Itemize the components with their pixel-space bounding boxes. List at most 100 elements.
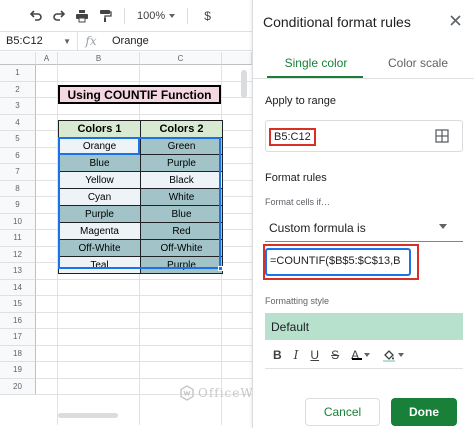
table-cell[interactable]: Yellow <box>58 171 141 189</box>
row-header[interactable]: 4 <box>0 114 36 131</box>
chevron-down-icon <box>169 13 176 18</box>
column-header-a[interactable]: A <box>36 52 58 65</box>
row-header[interactable]: 18 <box>0 345 36 362</box>
table-cell[interactable]: Black <box>140 171 223 189</box>
apply-to-range-label: Apply to range <box>265 95 336 107</box>
row-header[interactable]: 12 <box>0 246 36 263</box>
format-cells-if-label: Format cells if… <box>265 197 331 207</box>
row-header[interactable]: 17 <box>0 329 36 346</box>
format-rules-label: Format rules <box>265 172 327 184</box>
gridline <box>36 361 252 362</box>
table-header-cell[interactable]: Colors 1 <box>58 120 141 138</box>
style-toolbar: B I U S A <box>265 341 463 369</box>
vertical-scrollbar[interactable] <box>241 70 247 98</box>
row-header[interactable]: 19 <box>0 362 36 379</box>
chevron-down-icon <box>398 352 405 357</box>
sheet-toolbar: 100% $ <box>0 0 252 31</box>
condition-select[interactable]: Custom formula is <box>265 214 463 242</box>
toolbar-divider <box>124 7 125 24</box>
gridline <box>36 311 252 313</box>
table-cell[interactable]: Blue <box>140 205 223 223</box>
row-header[interactable]: 20 <box>0 378 36 395</box>
panel-title: Conditional format rules <box>263 14 411 30</box>
column-header-d[interactable] <box>222 52 252 65</box>
tab-color-scale[interactable]: Color scale <box>379 56 457 70</box>
table-cell[interactable]: Red <box>140 222 223 240</box>
fill-color-icon <box>383 349 396 362</box>
strikethrough-button[interactable]: S <box>331 348 339 362</box>
select-range-icon[interactable] <box>435 129 449 143</box>
gridline <box>36 113 252 115</box>
gridline <box>36 344 252 346</box>
row-header[interactable]: 8 <box>0 180 36 197</box>
sheet-title-cell[interactable]: Using COUNTIF Function <box>58 85 221 104</box>
row-header[interactable]: 5 <box>0 131 36 148</box>
fill-handle[interactable] <box>218 266 223 271</box>
italic-button[interactable]: I <box>294 348 299 362</box>
row-header[interactable]: 16 <box>0 312 36 329</box>
text-color-bar <box>352 358 363 360</box>
row-header[interactable]: 6 <box>0 147 36 164</box>
undo-icon[interactable] <box>24 4 47 27</box>
conditional-format-panel: Conditional format rules Single color Co… <box>252 0 474 428</box>
row-header[interactable]: 10 <box>0 213 36 230</box>
zoom-value: 100% <box>137 9 166 22</box>
row-header[interactable]: 15 <box>0 296 36 313</box>
column-header-b[interactable]: B <box>58 52 140 65</box>
table-header-cell[interactable]: Colors 2 <box>140 120 223 138</box>
tab-single-color[interactable]: Single color <box>273 56 359 70</box>
table-cell[interactable]: Off-White <box>58 239 141 257</box>
table-cell[interactable]: Purple <box>140 256 223 274</box>
underline-button[interactable]: U <box>310 348 319 362</box>
style-preview-label: Default <box>271 319 310 334</box>
gridline <box>36 377 252 379</box>
toolbar-divider <box>187 7 189 24</box>
formula-bar-input[interactable]: Orange <box>104 35 149 47</box>
row-header[interactable]: 2 <box>0 81 36 98</box>
row-header[interactable]: 3 <box>0 98 36 115</box>
currency-icon[interactable]: $ <box>196 4 219 27</box>
close-icon[interactable] <box>446 11 464 29</box>
paint-format-icon[interactable] <box>93 4 116 27</box>
table-cell[interactable]: Cyan <box>58 188 141 206</box>
horizontal-scrollbar[interactable] <box>58 413 118 418</box>
chevron-down-icon <box>364 352 371 357</box>
table-cell[interactable]: Blue <box>58 154 141 172</box>
zoom-select[interactable]: 100% <box>133 10 179 22</box>
condition-value: Custom formula is <box>269 220 366 235</box>
table-cell[interactable]: White <box>140 188 223 206</box>
row-header[interactable]: 14 <box>0 279 36 296</box>
bold-button[interactable]: B <box>273 348 282 362</box>
style-preview[interactable]: Default <box>265 313 463 340</box>
formatting-style-label: Formatting style <box>265 296 330 306</box>
redo-icon[interactable] <box>47 4 70 27</box>
table-cell[interactable]: Magenta <box>58 222 141 240</box>
watermark: OfficeWheel <box>180 385 252 401</box>
table-cell[interactable]: Teal <box>58 256 141 274</box>
name-box[interactable]: B5:C12 ▼ <box>0 32 78 50</box>
table-cell[interactable]: Orange <box>58 137 141 155</box>
table-cell[interactable]: Purple <box>140 154 223 172</box>
chevron-down-icon <box>439 224 447 229</box>
row-header[interactable]: 7 <box>0 164 36 181</box>
table-cell[interactable]: Green <box>140 137 223 155</box>
row-header[interactable]: 9 <box>0 197 36 214</box>
row-header[interactable]: 1 <box>0 65 36 82</box>
fill-color-button[interactable] <box>382 348 405 362</box>
table-cell[interactable]: Purple <box>58 205 141 223</box>
gridline <box>36 80 252 82</box>
row-header[interactable]: 13 <box>0 263 36 280</box>
table-cell[interactable]: Off-White <box>140 239 223 257</box>
gridline <box>36 328 252 329</box>
formula-bar: B5:C12 ▼ fx Orange <box>0 31 252 51</box>
gridline <box>36 295 252 296</box>
text-color-button[interactable]: A <box>351 348 371 362</box>
cancel-button[interactable]: Cancel <box>305 398 380 426</box>
print-icon[interactable] <box>70 4 93 27</box>
column-header-c[interactable]: C <box>140 52 222 65</box>
range-value: B5:C12 <box>269 128 316 146</box>
officewheel-logo-icon <box>180 385 194 401</box>
select-all-corner[interactable] <box>0 52 36 65</box>
row-header[interactable]: 11 <box>0 230 36 247</box>
done-button[interactable]: Done <box>391 398 457 426</box>
